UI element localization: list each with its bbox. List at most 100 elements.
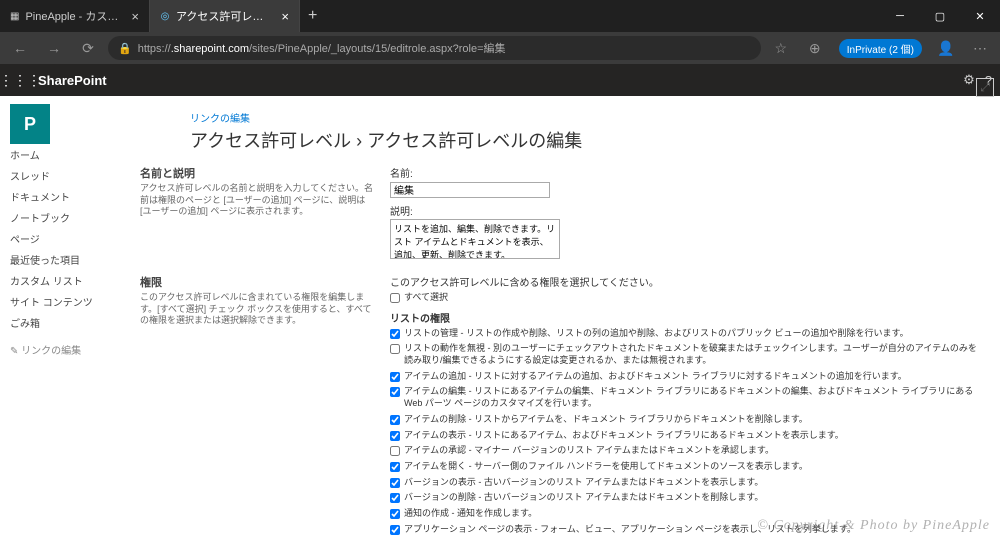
nav-item[interactable]: ホーム [10, 144, 132, 165]
nav-edit-links[interactable]: リンクの編集 [10, 339, 132, 360]
section-title: 名前と説明 [140, 165, 374, 181]
back-button[interactable]: ← [6, 34, 34, 62]
left-nav: ホームスレッドドキュメントノートブックページ最近使った項目カスタム リストサイト… [0, 96, 140, 542]
permission-checkbox[interactable] [390, 525, 400, 535]
permission-checkbox[interactable] [390, 431, 400, 441]
tab-title: PineApple - カスタム リスト - すべて [25, 8, 119, 24]
permission-label: バージョンの表示 - 古いバージョンのリスト アイテムまたはドキュメントを表示し… [404, 477, 763, 489]
desc-label: 説明: [390, 203, 980, 218]
permission-row[interactable]: バージョンの削除 - 古いバージョンのリスト アイテムまたはドキュメントを削除し… [390, 492, 980, 504]
perm-intro-text: このアクセス許可レベルに含める権限を選択してください。 [390, 274, 980, 289]
new-tab-button[interactable]: + [300, 7, 325, 25]
permission-checkbox[interactable] [390, 344, 400, 354]
permission-label: バージョンの削除 - 古いバージョンのリスト アイテムまたはドキュメントを削除し… [404, 492, 763, 504]
nav-item[interactable]: サイト コンテンツ [10, 291, 132, 312]
page-body: P ホームスレッドドキュメントノートブックページ最近使った項目カスタム リストサ… [0, 96, 1000, 542]
nav-item[interactable]: ドキュメント [10, 186, 132, 207]
main-content: リンクの編集 アクセス許可レベル › アクセス許可レベルの編集 名前と説明 アク… [140, 96, 1000, 542]
name-label: 名前: [390, 165, 980, 180]
permission-label: 通知の作成 - 通知を作成します。 [404, 508, 537, 520]
section-permissions: 権限 このアクセス許可レベルに含まれている権限を編集します。[すべて選択] チェ… [140, 274, 1000, 542]
permission-checkbox[interactable] [390, 509, 400, 519]
site-logo-tile[interactable]: P [10, 104, 50, 144]
section-desc: アクセス許可レベルの名前と説明を入力してください。名前は権限のページと [ユーザ… [140, 183, 374, 218]
permission-label: アイテムの編集 - リストにあるアイテムの編集、ドキュメント ライブラリにあるド… [404, 386, 980, 409]
suite-bar: ⋮⋮⋮ SharePoint ⚙ ? [0, 64, 1000, 96]
section-name-description: 名前と説明 アクセス許可レベルの名前と説明を入力してください。名前は権限のページ… [140, 165, 1000, 264]
window-controls: ─ ▢ ✕ [880, 0, 1000, 32]
select-all-checkbox[interactable] [390, 293, 400, 303]
nav-item[interactable]: ごみ箱 [10, 312, 132, 333]
browser-tab-active[interactable]: ◎ アクセス許可レベルの編集 × [150, 0, 300, 32]
address-field[interactable]: 🔒 https://.sharepoint.com/sites/PineAppl… [108, 36, 761, 60]
tab-title: アクセス許可レベルの編集 [176, 8, 269, 24]
permission-checkbox[interactable] [390, 446, 400, 456]
permission-row[interactable]: アイテムの編集 - リストにあるアイテムの編集、ドキュメント ライブラリにあるド… [390, 386, 980, 409]
breadcrumb-link[interactable]: リンクの編集 [190, 114, 250, 125]
refresh-button[interactable]: ⟳ [74, 34, 102, 62]
permission-row[interactable]: アイテムを開く - サーバー側のファイル ハンドラーを使用してドキュメントのソー… [390, 461, 980, 473]
section-desc: このアクセス許可レベルに含まれている権限を編集します。[すべて選択] チェック … [140, 292, 374, 327]
favorite-button[interactable]: ☆ [767, 34, 795, 62]
expand-icon[interactable]: ⤢ [976, 78, 994, 97]
browser-address-bar: ← → ⟳ 🔒 https://.sharepoint.com/sites/Pi… [0, 32, 1000, 64]
permission-checkbox[interactable] [390, 372, 400, 382]
nav-item[interactable]: スレッド [10, 165, 132, 186]
menu-button[interactable]: ⋯ [966, 34, 994, 62]
permission-checkbox[interactable] [390, 478, 400, 488]
permission-row[interactable]: アイテムの追加 - リストに対するアイテムの追加、およびドキュメント ライブラリ… [390, 371, 980, 383]
browser-titlebar: ▦ PineApple - カスタム リスト - すべて × ◎ アクセス許可レ… [0, 0, 1000, 32]
permission-checkbox[interactable] [390, 493, 400, 503]
select-all-checkbox-row[interactable]: すべて選択 [390, 292, 980, 304]
select-all-label: すべて選択 [404, 292, 448, 304]
suite-app-name[interactable]: SharePoint [38, 73, 107, 88]
name-input[interactable] [390, 182, 550, 198]
page-header: リンクの編集 アクセス許可レベル › アクセス許可レベルの編集 [140, 110, 1000, 153]
minimize-button[interactable]: ─ [880, 0, 920, 32]
permission-label: リストの管理 - リストの作成や削除、リストの列の追加や削除、およびリストのパブ… [404, 328, 909, 340]
page-title-parent[interactable]: アクセス許可レベル [190, 131, 351, 151]
perm-group-list: リストの権限 [390, 310, 980, 325]
page-title-sep: › [356, 131, 362, 151]
close-icon[interactable]: × [281, 9, 289, 24]
page-title-current: アクセス許可レベルの編集 [367, 131, 582, 151]
url-path: /sites/PineApple/_layouts/15/editrole.as… [249, 43, 506, 55]
gear-icon[interactable]: ⚙ [963, 72, 975, 88]
url-scheme: https:// [138, 43, 171, 55]
profile-icon[interactable]: 👤 [932, 34, 960, 62]
browser-tab[interactable]: ▦ PineApple - カスタム リスト - すべて × [0, 0, 150, 32]
nav-list: ホームスレッドドキュメントノートブックページ最近使った項目カスタム リストサイト… [10, 144, 132, 360]
permission-checkbox[interactable] [390, 387, 400, 397]
nav-item[interactable]: ノートブック [10, 207, 132, 228]
tab-favicon: ◎ [160, 9, 170, 23]
close-icon[interactable]: × [131, 9, 139, 24]
permission-row[interactable]: アイテムの表示 - リストにあるアイテム、およびドキュメント ライブラリにあるド… [390, 430, 980, 442]
permission-checkbox[interactable] [390, 462, 400, 472]
page-title: アクセス許可レベル › アクセス許可レベルの編集 [190, 127, 1000, 153]
permission-row[interactable]: リストの動作を無視 - 別のユーザーにチェックアウトされたドキュメントを破棄また… [390, 343, 980, 366]
permission-checkbox[interactable] [390, 329, 400, 339]
nav-item[interactable]: ページ [10, 228, 132, 249]
url-text: https://.sharepoint.com/sites/PineApple/… [138, 40, 506, 56]
permission-row[interactable]: アイテムの承認 - マイナー バージョンのリスト アイテムまたはドキュメントを承… [390, 445, 980, 457]
collections-button[interactable]: ⊕ [801, 34, 829, 62]
forward-button[interactable]: → [40, 34, 68, 62]
permission-row[interactable]: アイテムの削除 - リストからアイテムを、ドキュメント ライブラリからドキュメン… [390, 414, 980, 426]
permission-label: アイテムの表示 - リストにあるアイテム、およびドキュメント ライブラリにあるド… [404, 430, 844, 442]
permission-label: リストの動作を無視 - 別のユーザーにチェックアウトされたドキュメントを破棄また… [404, 343, 980, 366]
lock-icon: 🔒 [118, 42, 132, 55]
nav-item[interactable]: 最近使った項目 [10, 249, 132, 270]
permission-label: アイテムの承認 - マイナー バージョンのリスト アイテムまたはドキュメントを承… [404, 445, 774, 457]
permission-row[interactable]: バージョンの表示 - 古いバージョンのリスト アイテムまたはドキュメントを表示し… [390, 477, 980, 489]
inprivate-badge[interactable]: InPrivate (2 個) [839, 39, 922, 58]
breadcrumb: リンクの編集 [190, 110, 1000, 125]
close-window-button[interactable]: ✕ [960, 0, 1000, 32]
desc-textarea[interactable] [390, 219, 560, 259]
permission-checkbox[interactable] [390, 415, 400, 425]
section-title: 権限 [140, 274, 374, 290]
tab-favicon: ▦ [10, 9, 19, 23]
app-launcher-icon[interactable]: ⋮⋮⋮ [8, 68, 32, 92]
permission-row[interactable]: リストの管理 - リストの作成や削除、リストの列の追加や削除、およびリストのパブ… [390, 328, 980, 340]
maximize-button[interactable]: ▢ [920, 0, 960, 32]
nav-item[interactable]: カスタム リスト [10, 270, 132, 291]
